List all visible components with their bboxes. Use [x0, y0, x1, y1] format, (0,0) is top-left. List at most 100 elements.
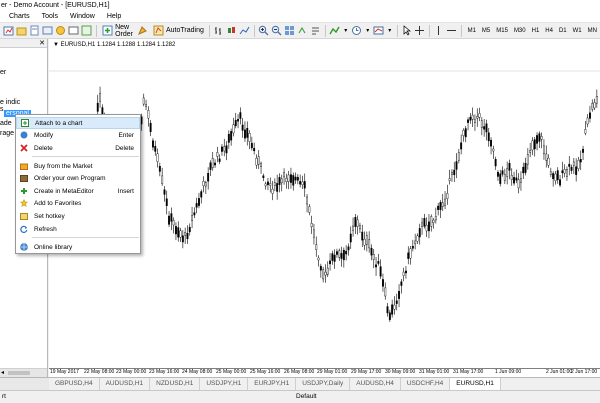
- horizontal-line-icon[interactable]: [446, 25, 457, 37]
- candle-body: [515, 177, 518, 181]
- timeframe-w1[interactable]: W1: [570, 28, 585, 34]
- candle-body: [455, 161, 458, 170]
- candle-body: [276, 183, 279, 192]
- candle-body: [460, 142, 463, 150]
- candle-body: [287, 174, 290, 182]
- line-chart-icon[interactable]: [239, 25, 250, 37]
- candle-body: [181, 235, 184, 243]
- scroll-left-icon[interactable]: ◂: [1, 369, 4, 376]
- navigator-icon[interactable]: [55, 25, 66, 37]
- candle-body: [246, 128, 249, 138]
- candle-body: [329, 260, 331, 265]
- autotrading-button[interactable]: AutoTrading: [149, 24, 206, 37]
- tab-usdchf-h4[interactable]: USDCHF,H4: [401, 378, 451, 390]
- timeframe-m30[interactable]: M30: [511, 28, 529, 34]
- zoom-out-icon[interactable]: [271, 25, 282, 37]
- cursor-icon[interactable]: [401, 25, 412, 37]
- menu-charts[interactable]: Charts: [0, 13, 36, 20]
- candle-body: [474, 119, 476, 123]
- candle-body: [255, 157, 258, 166]
- dropdown-caret[interactable]: ▾: [341, 27, 350, 34]
- candle-body: [363, 238, 366, 246]
- tab-eurusd-h1[interactable]: EURUSD,H1: [450, 378, 501, 390]
- bar-chart-icon[interactable]: [213, 25, 224, 37]
- menu-item-set-hotkey[interactable]: Set hotkey: [16, 210, 140, 222]
- new-chart-icon[interactable]: [3, 25, 14, 37]
- zoom-in-icon[interactable]: [258, 25, 269, 37]
- menu-item-delete[interactable]: Delete Delete: [16, 142, 140, 154]
- candle-body: [448, 178, 451, 181]
- candle-body: [186, 233, 189, 240]
- candlestick-icon[interactable]: [226, 25, 237, 37]
- menu-item-add-to-favorites[interactable]: Add to Favorites: [16, 197, 140, 209]
- navigator-item[interactable]: rage: [0, 130, 14, 137]
- data-window-icon[interactable]: [42, 25, 53, 37]
- templates-icon[interactable]: [373, 25, 384, 37]
- timeframe-h1[interactable]: H1: [529, 28, 543, 34]
- tab-audusd-h4[interactable]: AUDUSD,H4: [350, 378, 401, 390]
- timeframe-h4[interactable]: H4: [542, 28, 556, 34]
- candle-body: [464, 128, 467, 138]
- candle-body: [545, 153, 548, 161]
- scrollbar-thumb[interactable]: [8, 371, 30, 375]
- tab-audusd-h1[interactable]: AUDUSD,H1: [100, 378, 151, 390]
- periods-icon[interactable]: [351, 25, 362, 37]
- time-label: 25 May 00:00: [216, 369, 247, 375]
- candle-body: [485, 123, 488, 133]
- metaeditor-icon[interactable]: [137, 25, 148, 37]
- candle-body: [319, 265, 322, 271]
- chart-shift-icon[interactable]: [310, 25, 321, 37]
- menu-tools[interactable]: Tools: [36, 13, 64, 20]
- timeframe-m15[interactable]: M15: [493, 28, 511, 34]
- profiles-icon[interactable]: [16, 25, 27, 37]
- navigator-scrollbar[interactable]: ◂: [0, 368, 47, 377]
- chart-symbol-info: ▼ EURUSD,H1 1.1284 1.1288 1.1284 1.1282: [53, 42, 176, 48]
- candle-body: [386, 306, 389, 314]
- candle-body: [336, 251, 338, 255]
- timeframe-d1[interactable]: D1: [556, 28, 570, 34]
- tab-eurjpy-h1[interactable]: EURJPY,H1: [248, 378, 297, 390]
- timeframe-mn[interactable]: MN: [585, 28, 600, 34]
- tabs-left-area: [0, 377, 49, 390]
- candle-body: [480, 120, 483, 129]
- dropdown-caret[interactable]: ▾: [363, 27, 372, 34]
- tile-windows-icon[interactable]: [284, 25, 295, 37]
- close-icon[interactable]: ✕: [39, 39, 45, 47]
- menu-help[interactable]: Help: [101, 13, 127, 20]
- candle-body: [225, 145, 228, 154]
- auto-scroll-icon[interactable]: [297, 25, 308, 37]
- candle-body: [165, 198, 168, 207]
- timeframe-m5[interactable]: M5: [479, 28, 493, 34]
- candle-body: [303, 181, 306, 189]
- navigator-item[interactable]: ade: [0, 120, 12, 127]
- terminal-icon[interactable]: [68, 25, 79, 37]
- navigator-item[interactable]: s: [0, 106, 4, 113]
- timeframe-m1[interactable]: M1: [465, 28, 479, 34]
- menu-item-attach-to-chart[interactable]: Attach to a chart: [16, 117, 140, 129]
- crosshair-icon[interactable]: [414, 25, 425, 37]
- candle-body: [377, 261, 380, 264]
- candle-body: [188, 226, 191, 233]
- tester-icon[interactable]: [81, 25, 92, 37]
- tab-usdjpy-h1[interactable]: USDJPY,H1: [200, 378, 249, 390]
- candle-body: [568, 163, 571, 167]
- candle-body: [393, 304, 396, 310]
- dropdown-caret[interactable]: ▾: [385, 27, 394, 34]
- menu-item-online-library[interactable]: Online library: [16, 241, 140, 253]
- menu-window[interactable]: Window: [64, 13, 101, 20]
- context-menu: Attach to a chart Modify Enter Delete De…: [15, 114, 141, 254]
- navigator-item[interactable]: e indic: [0, 99, 20, 106]
- menu-item-refresh[interactable]: Refresh: [16, 223, 140, 235]
- vertical-line-icon[interactable]: [433, 25, 444, 37]
- menu-item-modify[interactable]: Modify Enter: [16, 129, 140, 141]
- market-watch-icon[interactable]: [29, 25, 40, 37]
- menu-item-order-program[interactable]: Order your own Program: [16, 172, 140, 184]
- menu-item-create-in-metaeditor[interactable]: Create in MetaEditor Insert: [16, 185, 140, 197]
- tab-gbpusd-h4[interactable]: GBPUSD,H4: [49, 378, 100, 390]
- new-order-button[interactable]: New Order: [99, 24, 136, 38]
- menu-item-buy-from-market[interactable]: Buy from the Market: [16, 160, 140, 172]
- navigator-item[interactable]: er: [0, 69, 6, 76]
- tab-usdjpy-daily[interactable]: USDJPY,Daily: [296, 378, 351, 390]
- indicators-icon[interactable]: [329, 25, 340, 37]
- tab-nzdusd-h1[interactable]: NZDUSD,H1: [150, 378, 201, 390]
